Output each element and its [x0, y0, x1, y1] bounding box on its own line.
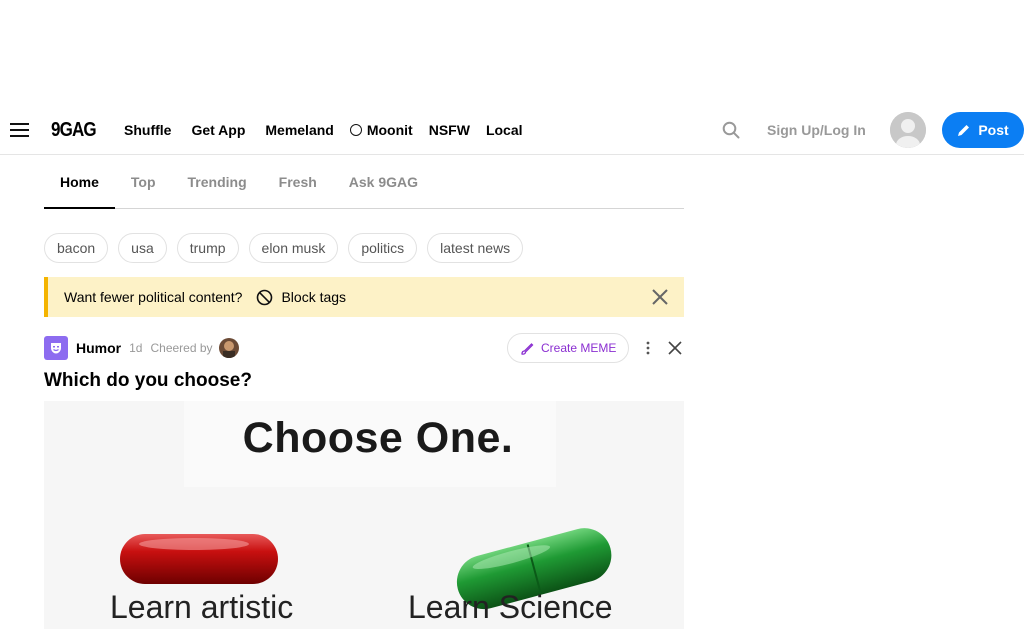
tab-home[interactable]: Home	[44, 155, 115, 209]
block-tags-button[interactable]: Block tags	[256, 289, 346, 306]
post-button-label: Post	[978, 122, 1009, 138]
nav-item-label: Get App	[191, 122, 246, 138]
tag-chip[interactable]: usa	[118, 233, 167, 263]
section-name[interactable]: Humor	[76, 340, 121, 356]
left-caption: Learn artistic	[110, 589, 294, 625]
post-image[interactable]: Choose One. Learn artistic Learn Science	[44, 401, 684, 629]
pencil-icon	[958, 125, 970, 136]
red-pill	[120, 534, 278, 584]
create-meme-button[interactable]: Create MEME	[507, 333, 630, 363]
post-title[interactable]: Which do you choose?	[44, 370, 252, 392]
cheer-avatar[interactable]	[218, 338, 239, 358]
banner-text: Want fewer political content?	[64, 289, 243, 305]
user-placeholder-icon	[890, 112, 926, 148]
block-icon	[257, 289, 273, 305]
mask-icon	[51, 343, 61, 354]
post-header: Humor 1d Cheered by Create MEME	[44, 333, 684, 363]
hamburger-menu-icon[interactable]	[10, 123, 29, 137]
nav-item-shuffle[interactable]: Shuffle	[120, 122, 171, 138]
nav-item-memeland[interactable]: Memeland	[261, 122, 333, 138]
cheered-by-label: Cheered by	[150, 341, 213, 355]
nav-item-nsfw[interactable]: NSFW	[429, 122, 470, 138]
tab-fresh[interactable]: Fresh	[263, 155, 333, 209]
humor-section-icon[interactable]	[44, 336, 68, 360]
moonit-icon	[349, 124, 362, 136]
tag-chips: bacon usa trump elon musk politics lates…	[44, 233, 524, 263]
tag-chip[interactable]: bacon	[44, 233, 109, 263]
signup-login-link[interactable]: Sign Up/Log In	[767, 122, 866, 138]
post-age: 1d	[129, 341, 143, 355]
cheer-avatar-image	[218, 338, 239, 358]
political-content-banner: Want fewer political content? Block tags	[44, 277, 684, 317]
nav-item-label: Local	[485, 122, 523, 138]
main-nav: Shuffle Get App Memeland Moonit NSFW Loc…	[120, 122, 539, 138]
block-tags-label: Block tags	[281, 289, 347, 305]
tag-chip[interactable]: politics	[348, 233, 418, 263]
nav-item-label: Memeland	[265, 122, 334, 138]
nav-item-moonit[interactable]: Moonit	[349, 122, 413, 138]
close-icon[interactable]	[652, 289, 668, 305]
nav-item-label: Shuffle	[124, 122, 172, 138]
right-caption: Learn Science	[408, 589, 613, 625]
search-icon[interactable]	[722, 121, 740, 139]
create-meme-label: Create MEME	[541, 341, 617, 355]
tag-chip[interactable]: elon musk	[248, 233, 339, 263]
tab-top[interactable]: Top	[115, 155, 172, 209]
tab-ask-9gag[interactable]: Ask 9GAG	[333, 155, 434, 209]
tab-trending[interactable]: Trending	[172, 155, 263, 209]
nav-item-label: Moonit	[366, 122, 413, 138]
site-logo[interactable]: 9GAG	[51, 119, 97, 142]
hide-post-icon[interactable]	[668, 341, 682, 355]
top-header: 9GAG Shuffle Get App Memeland Moonit NSF…	[0, 105, 1024, 155]
tag-chip[interactable]: latest news	[427, 233, 524, 263]
brush-icon	[521, 342, 534, 355]
more-options-icon[interactable]	[644, 340, 652, 356]
tag-chip[interactable]: trump	[176, 233, 239, 263]
avatar[interactable]	[890, 112, 926, 148]
post-button[interactable]: Post	[942, 112, 1024, 148]
feed-tabs: Home Top Trending Fresh Ask 9GAG	[44, 155, 684, 209]
nav-item-local[interactable]: Local	[486, 122, 523, 138]
nav-item-label: NSFW	[428, 122, 470, 138]
nav-item-get-app[interactable]: Get App	[187, 122, 245, 138]
